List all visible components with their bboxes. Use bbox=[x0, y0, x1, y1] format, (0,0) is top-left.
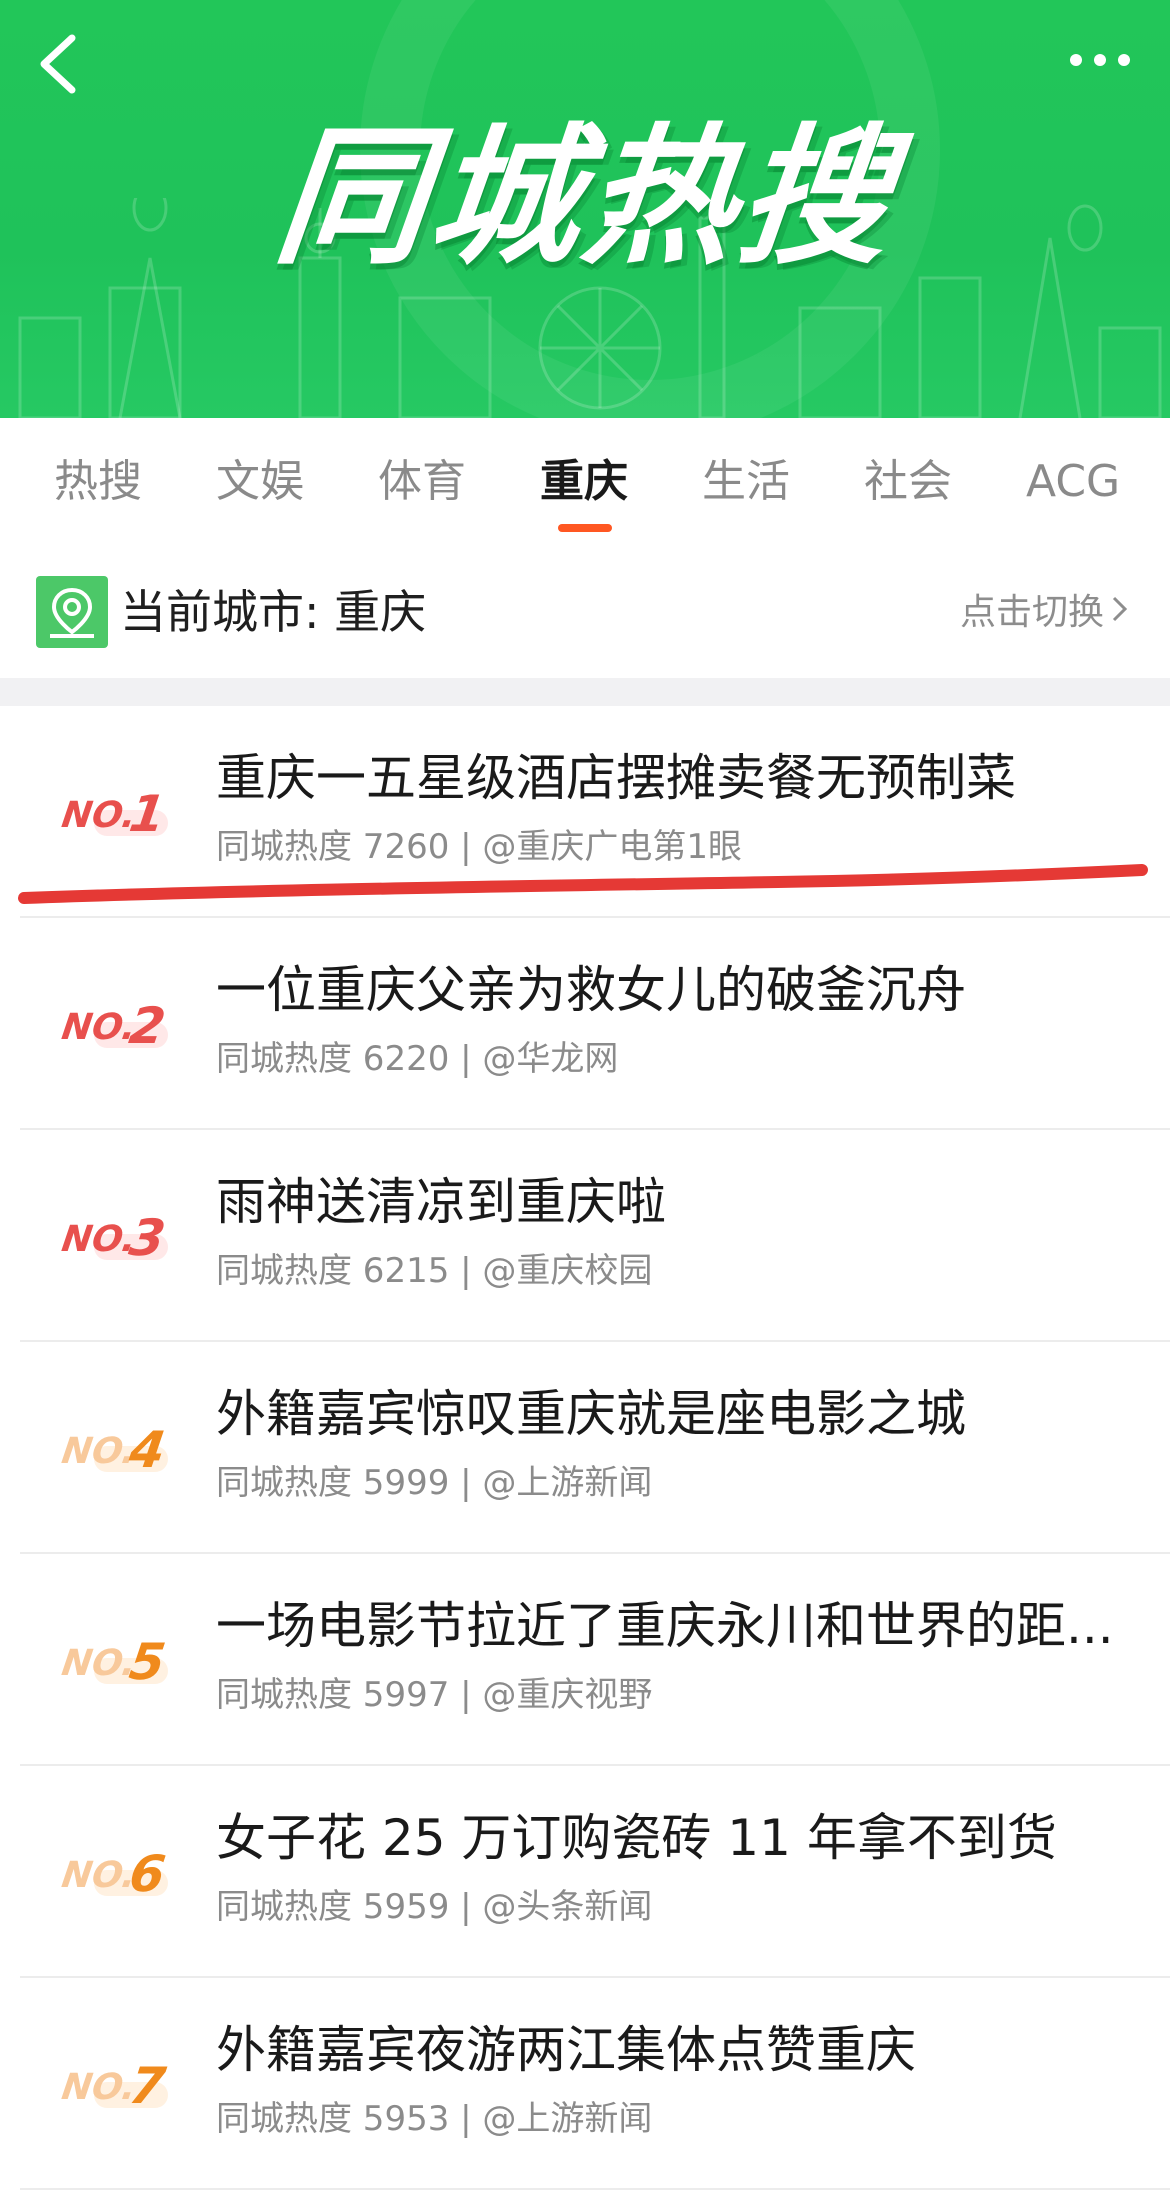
rank-badge: NO. 3 bbox=[59, 1209, 180, 1272]
tab-acg[interactable]: ACG bbox=[1026, 454, 1120, 510]
page-title: 同城热搜 bbox=[267, 111, 903, 285]
switch-city-label: 点击切换 bbox=[959, 592, 1104, 633]
switch-city-button[interactable]: 点击切换 bbox=[960, 588, 1130, 638]
more-options-button[interactable] bbox=[1060, 40, 1140, 80]
item-meta: 同城热度 5999 | @上游新闻 bbox=[216, 1463, 653, 1503]
rank-badge: NO. 1 bbox=[59, 785, 180, 848]
category-tabs: 热搜 文娱 体育 重庆 生活 社会 ACG bbox=[0, 418, 1170, 538]
item-title: 外籍嘉宾惊叹重庆就是座电影之城 bbox=[216, 1385, 966, 1443]
list-item[interactable]: NO. 2 一位重庆父亲为救女儿的破釜沉舟 同城热度 6220 | @华龙网 bbox=[0, 918, 1170, 1130]
list-item[interactable]: NO. 7 外籍嘉宾夜游两江集体点赞重庆 同城热度 5953 | @上游新闻 bbox=[0, 1978, 1170, 2190]
rank-badge: NO. 7 bbox=[59, 2057, 180, 2120]
list-item[interactable]: NO. 1 重庆一五星级酒店摆摊卖餐无预制菜 同城热度 7260 | @重庆广电… bbox=[0, 706, 1170, 918]
tab-hot[interactable]: 热搜 bbox=[54, 454, 142, 510]
list-item[interactable]: NO. 5 一场电影节拉近了重庆永川和世界的距... 同城热度 5997 | @… bbox=[0, 1554, 1170, 1766]
back-button[interactable] bbox=[30, 28, 90, 98]
active-tab-indicator bbox=[558, 524, 612, 532]
rank-badge: NO. 2 bbox=[59, 997, 180, 1060]
item-title: 女子花 25 万订购瓷砖 11 年拿不到货 bbox=[216, 1809, 1057, 1867]
divider bbox=[20, 2188, 1170, 2190]
tab-sports[interactable]: 体育 bbox=[378, 454, 466, 510]
item-title: 外籍嘉宾夜游两江集体点赞重庆 bbox=[216, 2021, 916, 2079]
list-item[interactable]: NO. 3 雨神送清凉到重庆啦 同城热度 6215 | @重庆校园 bbox=[0, 1130, 1170, 1342]
item-title: 一场电影节拉近了重庆永川和世界的距... bbox=[216, 1597, 1114, 1655]
item-meta: 同城热度 6215 | @重庆校园 bbox=[216, 1251, 653, 1291]
tab-chongqing[interactable]: 重庆 bbox=[540, 454, 628, 510]
tab-society[interactable]: 社会 bbox=[864, 454, 952, 510]
rank-badge: NO. 4 bbox=[59, 1421, 180, 1484]
list-item[interactable]: NO. 4 外籍嘉宾惊叹重庆就是座电影之城 同城热度 5999 | @上游新闻 bbox=[0, 1342, 1170, 1554]
list-item[interactable]: NO. 6 女子花 25 万订购瓷砖 11 年拿不到货 同城热度 5959 | … bbox=[0, 1766, 1170, 1978]
current-city-row: 当前城市: 重庆 点击切换 bbox=[0, 538, 1170, 678]
header-banner: 同城热搜 bbox=[0, 0, 1170, 418]
tab-entertainment[interactable]: 文娱 bbox=[216, 454, 304, 510]
item-meta: 同城热度 7260 | @重庆广电第1眼 bbox=[216, 827, 743, 867]
current-city-label: 当前城市: 重庆 bbox=[120, 585, 427, 639]
rank-badge: NO. 6 bbox=[59, 1845, 180, 1908]
tab-life[interactable]: 生活 bbox=[702, 454, 790, 510]
chevron-right-icon bbox=[1110, 588, 1130, 638]
chevron-left-icon bbox=[40, 34, 76, 94]
location-pin-icon bbox=[36, 576, 108, 648]
item-meta: 同城热度 5953 | @上游新闻 bbox=[216, 2099, 653, 2139]
rank-badge: NO. 5 bbox=[59, 1633, 180, 1696]
item-title: 雨神送清凉到重庆啦 bbox=[216, 1173, 666, 1231]
more-icon bbox=[1070, 54, 1130, 66]
item-meta: 同城热度 6220 | @华龙网 bbox=[216, 1039, 619, 1079]
item-meta: 同城热度 5997 | @重庆视野 bbox=[216, 1675, 653, 1715]
item-title: 一位重庆父亲为救女儿的破釜沉舟 bbox=[216, 961, 966, 1019]
item-title: 重庆一五星级酒店摆摊卖餐无预制菜 bbox=[216, 749, 1016, 807]
section-gap bbox=[0, 678, 1170, 706]
item-meta: 同城热度 5959 | @头条新闻 bbox=[216, 1887, 653, 1927]
